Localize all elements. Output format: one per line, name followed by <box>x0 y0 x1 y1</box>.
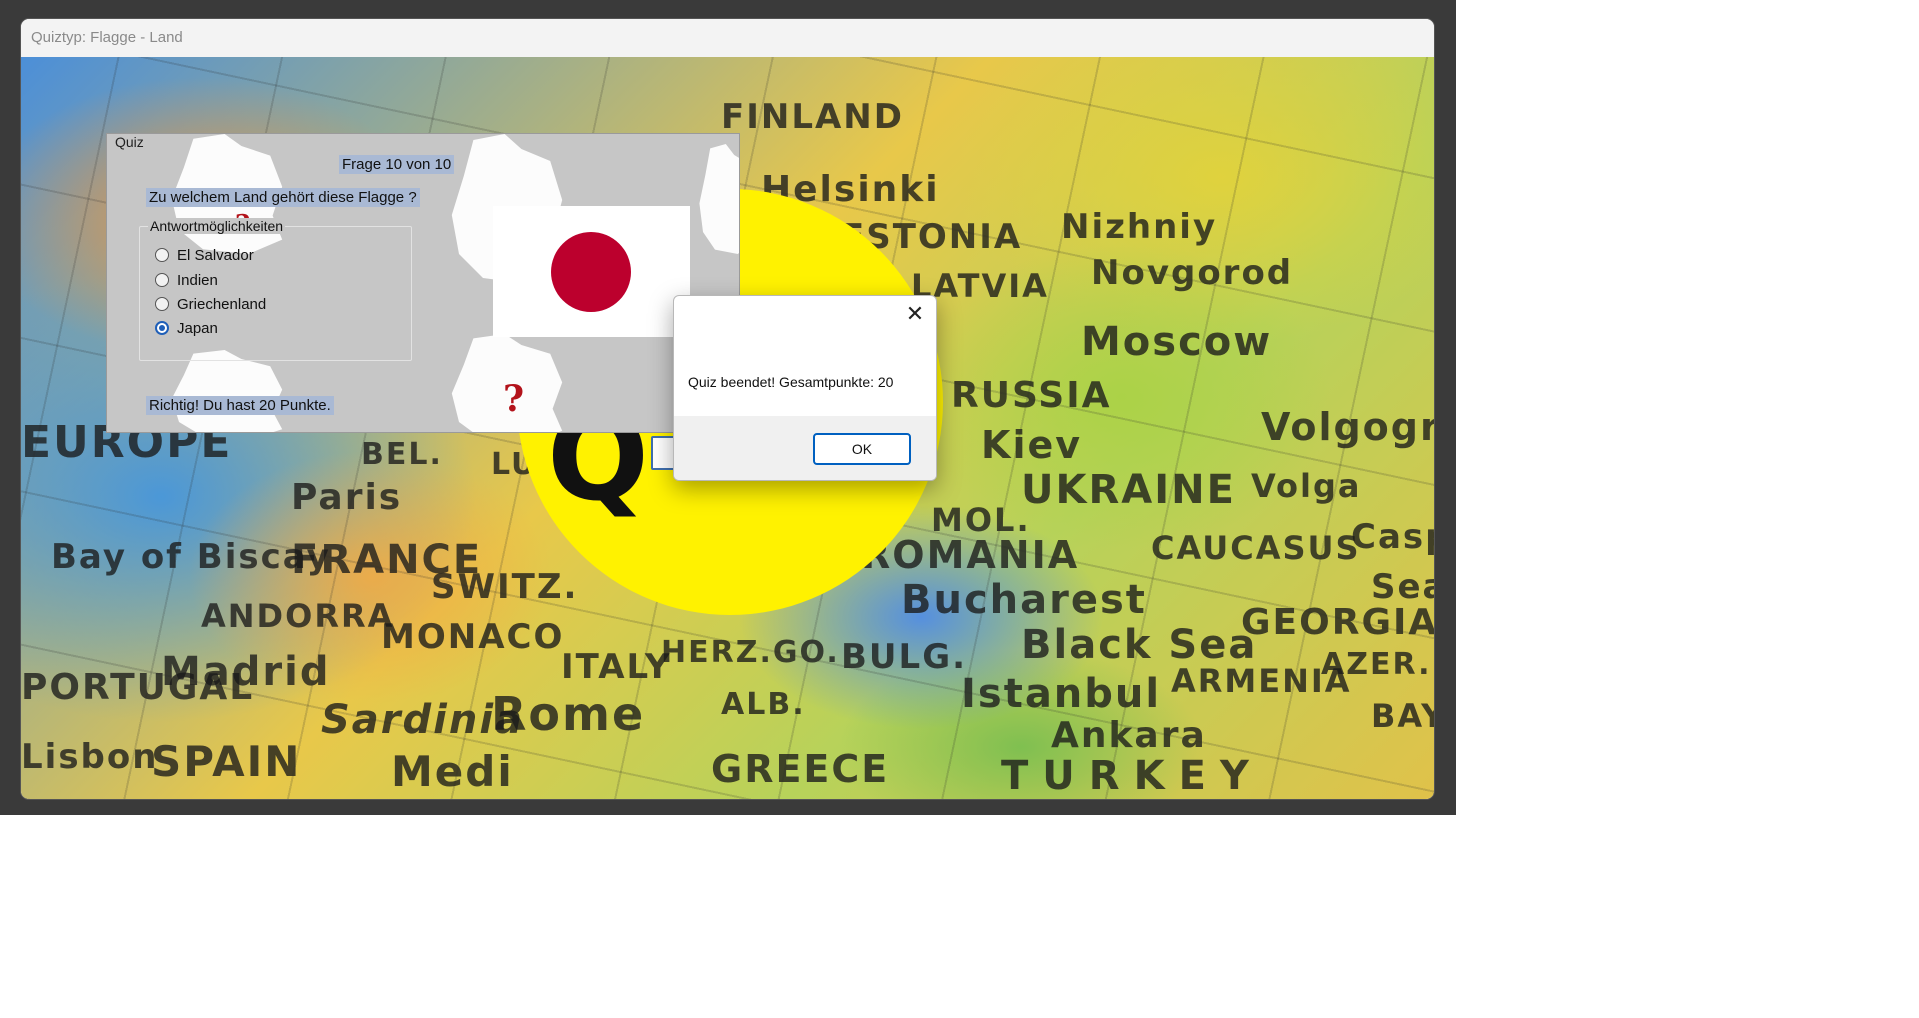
map-label: Paris <box>291 477 403 518</box>
window-title: Quiztyp: Flagge - Land <box>31 29 183 46</box>
map-label: Medi <box>391 747 514 796</box>
map-label: GEORGIA <box>1241 602 1434 643</box>
radio-button[interactable] <box>155 248 169 262</box>
option-label: Griechenland <box>177 295 267 313</box>
map-label: Volga <box>1251 467 1362 505</box>
map-label: FINLAND <box>721 97 904 137</box>
germany-map-image <box>699 144 739 254</box>
map-label: RUSSIA <box>951 375 1112 416</box>
radio-button[interactable] <box>155 297 169 311</box>
map-label: AZER. <box>1321 647 1432 682</box>
main-window: Quiztyp: Flagge - Land FINLAND Helsinki … <box>21 19 1434 799</box>
map-label: PORTUGAL <box>21 667 255 708</box>
map-label: SWITZ. <box>431 567 579 607</box>
flag-red-disc <box>551 232 631 312</box>
map-label: ARMENIA <box>1171 662 1352 700</box>
window-title-bar: Quiztyp: Flagge - Land <box>21 19 1434 57</box>
map-label: Black Sea <box>1021 622 1258 668</box>
map-label: Moscow <box>1081 319 1273 365</box>
answer-group-title: Antwortmöglichkeiten <box>148 218 286 234</box>
option-el-salvador[interactable]: El Salvador <box>155 244 254 266</box>
map-label: BEL. <box>361 437 443 472</box>
map-label: Ankara <box>1051 715 1207 756</box>
map-label: Sardinia <box>321 697 525 743</box>
radio-button[interactable] <box>155 273 169 287</box>
map-label: Istanbul <box>961 671 1162 717</box>
map-label: UKRAINE <box>1021 467 1236 513</box>
close-icon[interactable]: ✕ <box>900 300 930 330</box>
answer-options-group: Antwortmöglichkeiten El Salvador Indien … <box>139 218 412 361</box>
map-label: Bay of Biscay <box>51 537 331 577</box>
ok-button[interactable]: OK <box>813 433 911 465</box>
quiz-panel-title: Quiz <box>115 134 144 150</box>
map-label: FRANCE <box>291 537 483 583</box>
map-label: ALB. <box>721 687 806 722</box>
option-label: Indien <box>177 271 218 289</box>
map-label: Kiev <box>981 423 1083 467</box>
progress-label: Frage 10 von 10 <box>339 155 455 174</box>
map-label: Volgograd <box>1261 405 1434 449</box>
flag-image <box>493 206 690 337</box>
option-japan[interactable]: Japan <box>155 317 218 339</box>
option-label: El Salvador <box>177 246 254 264</box>
message-text: Quiz beendet! Gesamtpunkte: 20 <box>688 374 894 390</box>
map-label: HERZ.GO. <box>661 635 840 670</box>
option-griechenland[interactable]: Griechenland <box>155 293 266 315</box>
map-label: Rome <box>491 687 646 741</box>
map-label: Lisbon <box>21 737 159 777</box>
map-label: MONACO <box>381 617 565 657</box>
map-label: ROMANIA <box>861 533 1080 577</box>
map-label: Sea <box>1371 567 1434 607</box>
map-label: ANDORRA <box>201 597 395 635</box>
message-box-dialog: ✕ Quiz beendet! Gesamtpunkte: 20 OK <box>673 295 937 481</box>
map-label: Novgorod <box>1091 253 1294 293</box>
map-label: Caspi <box>1351 517 1434 557</box>
map-label: Bucharest <box>901 577 1147 623</box>
option-indien[interactable]: Indien <box>155 269 218 291</box>
map-label: BULG. <box>841 637 968 677</box>
result-label: Richtig! Du hast 20 Punkte. <box>146 396 334 415</box>
map-label: Madrid <box>161 649 331 695</box>
map-label: BAYD <box>1371 697 1434 735</box>
quiz-panel: ? ? Quiz Frage 10 von 10 Zu welchem Land… <box>106 133 740 433</box>
question-label: Zu welchem Land gehört diese Flagge ? <box>146 188 420 207</box>
radio-button-selected[interactable] <box>155 321 169 335</box>
map-label: GREECE <box>711 747 890 791</box>
map-label: MOL. <box>931 501 1031 539</box>
option-label: Japan <box>177 319 218 337</box>
map-label: Nizhniy <box>1061 207 1218 247</box>
map-label: ITALY <box>561 647 672 687</box>
map-label: TURKEY <box>1001 753 1263 799</box>
question-mark-icon: ? <box>503 378 525 420</box>
germany-map-image <box>171 350 283 432</box>
map-label: CAUCASUS <box>1151 529 1361 567</box>
map-label: SPAIN <box>151 737 302 786</box>
